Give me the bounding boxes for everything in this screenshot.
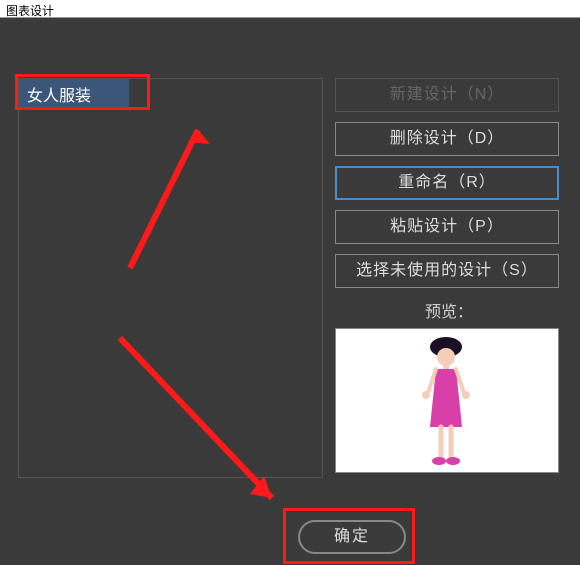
- rename-button[interactable]: 重命名（R）: [335, 166, 559, 200]
- select-unused-button[interactable]: 选择未使用的设计（S）: [335, 254, 559, 288]
- window-title: 图表设计: [0, 0, 580, 18]
- paste-design-button[interactable]: 粘贴设计（P）: [335, 210, 559, 244]
- preview-box: [335, 328, 559, 473]
- dialog-body: 女人服装 新建设计（N） 删除设计（D） 重命名（R） 粘贴设计（P） 选择未使…: [0, 18, 580, 565]
- design-list-item-selected[interactable]: 女人服装: [19, 79, 129, 107]
- delete-design-button[interactable]: 删除设计（D）: [335, 122, 559, 156]
- preview-label: 预览：: [335, 298, 563, 322]
- preview-image: [416, 335, 476, 467]
- design-list[interactable]: [18, 78, 323, 478]
- right-column: 新建设计（N） 删除设计（D） 重命名（R） 粘贴设计（P） 选择未使用的设计（…: [335, 78, 563, 473]
- ok-button[interactable]: 确定: [298, 520, 406, 554]
- new-design-button: 新建设计（N）: [335, 78, 559, 112]
